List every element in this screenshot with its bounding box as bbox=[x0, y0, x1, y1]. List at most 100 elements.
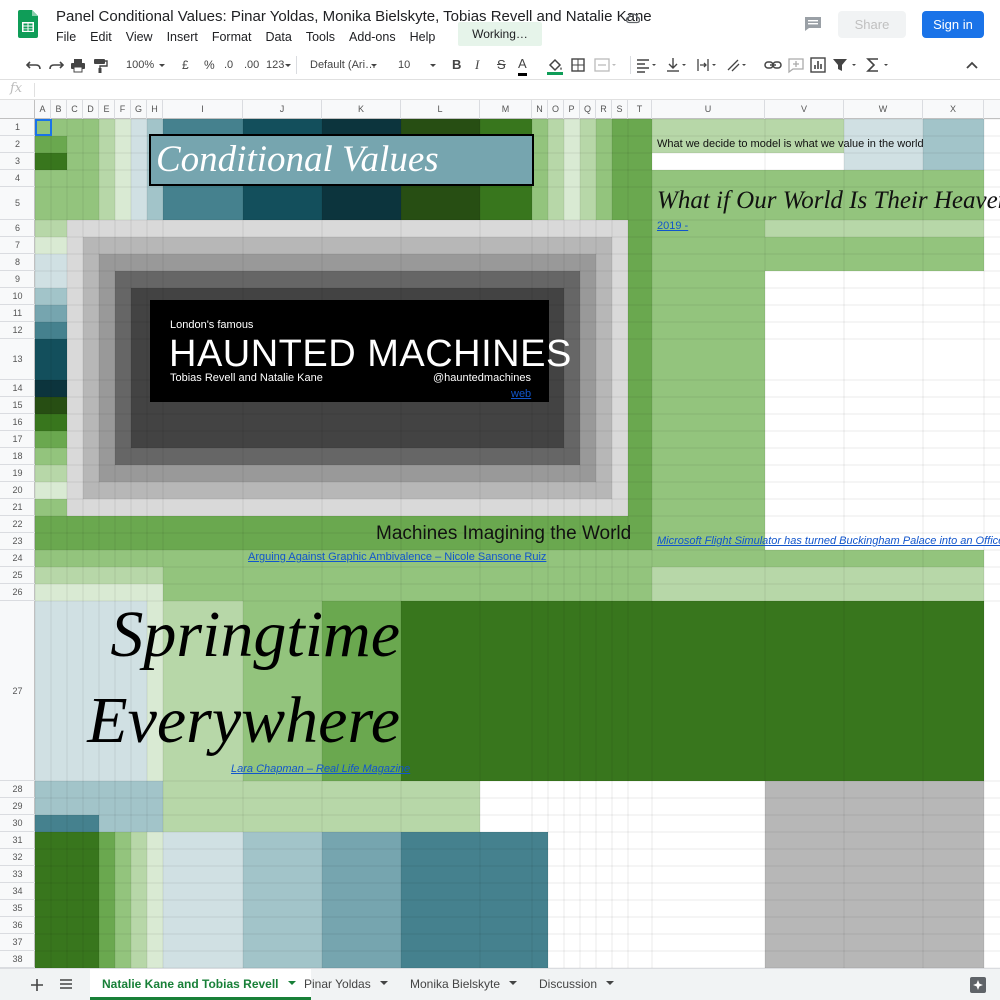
row-header-35[interactable]: 35 bbox=[0, 900, 35, 917]
increase-decimal-button[interactable]: .00 bbox=[244, 56, 259, 74]
row-header-18[interactable]: 18 bbox=[0, 448, 35, 465]
cell-area[interactable]: Conditional Values London's famous HAUNT… bbox=[35, 119, 1000, 968]
row-header-17[interactable]: 17 bbox=[0, 431, 35, 448]
row-header-14[interactable]: 14 bbox=[0, 380, 35, 397]
menu-addons[interactable]: Add-ons bbox=[349, 30, 396, 44]
row-header-23[interactable]: 23 bbox=[0, 533, 35, 550]
menu-insert[interactable]: Insert bbox=[167, 30, 198, 44]
row-header-37[interactable]: 37 bbox=[0, 934, 35, 951]
menu-data[interactable]: Data bbox=[265, 30, 291, 44]
sheet-tab-1[interactable]: Pinar Yoldas bbox=[292, 969, 403, 1000]
row-header-30[interactable]: 30 bbox=[0, 815, 35, 832]
row-header-21[interactable]: 21 bbox=[0, 499, 35, 516]
menu-edit[interactable]: Edit bbox=[90, 30, 112, 44]
column-header-d[interactable]: D bbox=[83, 100, 99, 119]
row-header-11[interactable]: 11 bbox=[0, 305, 35, 322]
row-header-33[interactable]: 33 bbox=[0, 866, 35, 883]
font-size-dropdown-icon[interactable] bbox=[429, 56, 437, 74]
share-button[interactable]: Share bbox=[838, 11, 906, 38]
all-sheets-icon[interactable] bbox=[58, 969, 74, 1000]
column-header-f[interactable]: F bbox=[115, 100, 131, 119]
column-header-b[interactable]: B bbox=[51, 100, 67, 119]
haunted-web-link[interactable]: web bbox=[511, 388, 531, 400]
row-header-10[interactable]: 10 bbox=[0, 288, 35, 305]
menu-file[interactable]: File bbox=[56, 30, 76, 44]
sheet-tab-dropdown-icon[interactable] bbox=[377, 978, 391, 988]
more-formats-button[interactable]: 123 bbox=[266, 56, 284, 74]
horizontal-align-icon[interactable] bbox=[636, 56, 660, 74]
sheet-tab-0[interactable]: Natalie Kane and Tobias Revell bbox=[90, 969, 311, 1000]
row-header-22[interactable]: 22 bbox=[0, 516, 35, 533]
zoom-dropdown-icon[interactable] bbox=[158, 56, 166, 74]
row-header-13[interactable]: 13 bbox=[0, 339, 35, 380]
row-header-38[interactable]: 38 bbox=[0, 951, 35, 968]
sign-in-button[interactable]: Sign in bbox=[922, 11, 984, 38]
row-header-3[interactable]: 3 bbox=[0, 153, 35, 170]
row-header-6[interactable]: 6 bbox=[0, 220, 35, 237]
paint-format-icon[interactable] bbox=[92, 56, 108, 74]
zoom-select[interactable]: 100% bbox=[126, 56, 154, 74]
font-size-select[interactable]: 10 bbox=[398, 56, 410, 74]
text-rotation-icon[interactable] bbox=[726, 56, 750, 74]
filter-icon[interactable] bbox=[832, 56, 862, 74]
row-header-9[interactable]: 9 bbox=[0, 271, 35, 288]
row-header-5[interactable]: 5 bbox=[0, 187, 35, 220]
sheet-tab-3[interactable]: Discussion bbox=[527, 969, 629, 1000]
row-header-25[interactable]: 25 bbox=[0, 567, 35, 584]
column-header-u[interactable]: U bbox=[652, 100, 765, 119]
row-header-26[interactable]: 26 bbox=[0, 584, 35, 601]
column-header-a[interactable]: A bbox=[35, 100, 51, 119]
column-header-j[interactable]: J bbox=[243, 100, 322, 119]
year-link[interactable]: 2019 - bbox=[657, 220, 688, 232]
column-header-e[interactable]: E bbox=[99, 100, 115, 119]
font-family-select[interactable]: Default (Ari… bbox=[310, 56, 376, 74]
decrease-decimal-button[interactable]: .0 bbox=[224, 56, 233, 74]
fill-color-icon[interactable] bbox=[546, 56, 564, 75]
select-all-corner[interactable] bbox=[0, 100, 35, 119]
menu-format[interactable]: Format bbox=[212, 30, 252, 44]
sheet-tab-dropdown-icon[interactable] bbox=[506, 978, 520, 988]
text-wrapping-icon[interactable] bbox=[696, 56, 720, 74]
add-sheet-icon[interactable] bbox=[30, 969, 44, 1000]
selected-cell-a1[interactable] bbox=[35, 119, 52, 136]
collapse-toolbar-icon[interactable] bbox=[964, 56, 980, 74]
more-formats-dropdown-icon[interactable] bbox=[284, 56, 292, 74]
row-header-4[interactable]: 4 bbox=[0, 170, 35, 187]
row-header-15[interactable]: 15 bbox=[0, 397, 35, 414]
cloud-status-icon[interactable] bbox=[625, 10, 641, 26]
insert-chart-icon[interactable] bbox=[810, 56, 826, 74]
comment-icon[interactable] bbox=[804, 16, 822, 32]
insert-comment-icon[interactable] bbox=[788, 56, 804, 74]
menu-view[interactable]: View bbox=[126, 30, 153, 44]
column-header-v[interactable]: V bbox=[765, 100, 844, 119]
percent-format-button[interactable]: % bbox=[204, 56, 215, 74]
flight-simulator-link[interactable]: Microsoft Flight Simulator has turned Bu… bbox=[657, 535, 1000, 547]
formula-input[interactable] bbox=[42, 82, 982, 98]
column-header-h[interactable]: H bbox=[147, 100, 163, 119]
row-header-29[interactable]: 29 bbox=[0, 798, 35, 815]
insert-link-icon[interactable] bbox=[764, 56, 782, 74]
lara-chapman-link[interactable]: Lara Chapman – Real Life Magazine bbox=[231, 763, 410, 775]
sheet-tab-2[interactable]: Monika Bielskyte bbox=[398, 969, 532, 1000]
column-header-k[interactable]: K bbox=[322, 100, 401, 119]
bold-button[interactable]: B bbox=[452, 56, 461, 74]
menu-tools[interactable]: Tools bbox=[306, 30, 335, 44]
column-header-q[interactable]: Q bbox=[580, 100, 596, 119]
column-header-c[interactable]: C bbox=[67, 100, 83, 119]
arguing-link[interactable]: Arguing Against Graphic Ambivalence – Ni… bbox=[248, 551, 546, 563]
document-title[interactable]: Panel Conditional Values: Pinar Yoldas, … bbox=[56, 8, 652, 25]
row-header-31[interactable]: 31 bbox=[0, 832, 35, 849]
explore-icon[interactable] bbox=[970, 977, 986, 993]
functions-icon[interactable] bbox=[866, 56, 894, 74]
column-header-s[interactable]: S bbox=[612, 100, 628, 119]
row-header-7[interactable]: 7 bbox=[0, 237, 35, 254]
column-header-m[interactable]: M bbox=[480, 100, 532, 119]
undo-icon[interactable] bbox=[26, 56, 42, 74]
row-header-12[interactable]: 12 bbox=[0, 322, 35, 339]
row-header-19[interactable]: 19 bbox=[0, 465, 35, 482]
row-header-20[interactable]: 20 bbox=[0, 482, 35, 499]
row-header-36[interactable]: 36 bbox=[0, 917, 35, 934]
conditional-values-box[interactable]: Conditional Values bbox=[149, 134, 534, 186]
column-header-g[interactable]: G bbox=[131, 100, 147, 119]
column-header-t[interactable]: T bbox=[628, 100, 652, 119]
